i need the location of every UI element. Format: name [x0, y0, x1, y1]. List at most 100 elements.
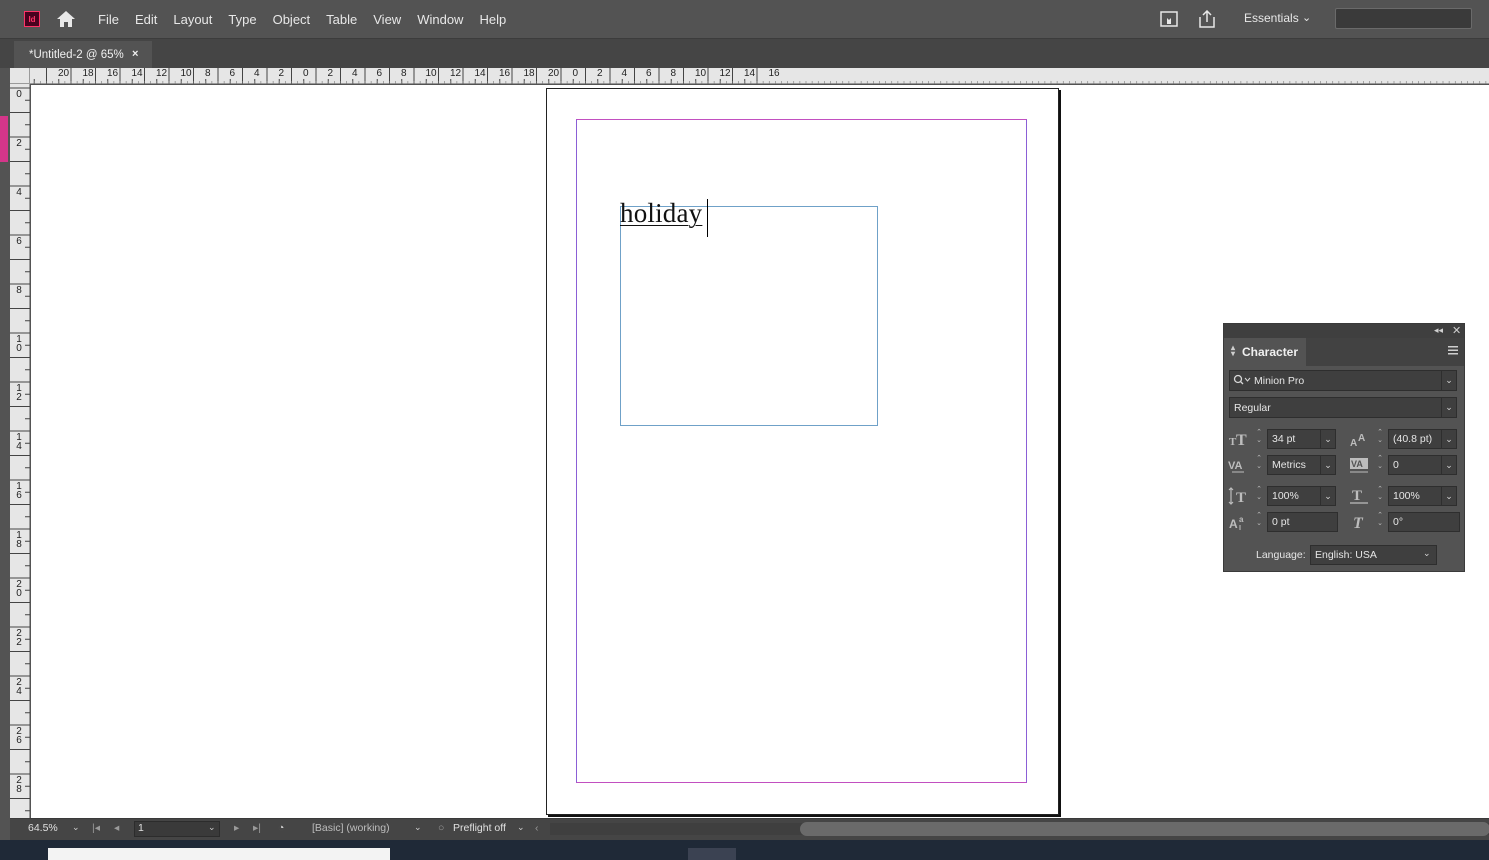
- panel-menu-icon[interactable]: [1448, 346, 1458, 355]
- ruler-label: 2: [278, 68, 285, 79]
- ruler-label: 22: [16, 628, 22, 648]
- ruler-label: 0: [16, 89, 22, 100]
- menu-window[interactable]: Window: [409, 12, 471, 27]
- font-family-dropdown[interactable]: ⌄: [1441, 370, 1457, 391]
- menu-object[interactable]: Object: [265, 12, 319, 27]
- ruler-label: 8: [670, 68, 677, 79]
- svg-text:A: A: [1358, 433, 1365, 444]
- taskbar-search[interactable]: [48, 848, 390, 860]
- baseline-shift-icon: Aa: [1229, 515, 1244, 531]
- skew-field[interactable]: 0°: [1388, 512, 1460, 532]
- zoom-level[interactable]: 64.5%: [28, 822, 58, 834]
- share-icon[interactable]: [1198, 10, 1216, 28]
- text-cursor: [707, 199, 708, 237]
- scrollbar-thumb[interactable]: [800, 822, 1489, 836]
- search-icon[interactable]: [1233, 374, 1251, 386]
- vertical-scale-icon: T: [1228, 487, 1246, 505]
- scroll-left-icon[interactable]: ‹: [535, 822, 539, 834]
- horizontal-scale-icon: T: [1350, 488, 1368, 504]
- preflight-status[interactable]: Preflight off: [453, 822, 506, 834]
- ruler-label: 14: [744, 68, 756, 79]
- horizontal-scale-field[interactable]: 100%: [1388, 486, 1445, 506]
- font-family-field[interactable]: Minion Pro: [1229, 370, 1445, 391]
- chevron-down-icon[interactable]: ⌄: [517, 822, 525, 833]
- font-size-dropdown[interactable]: ⌄: [1320, 429, 1336, 449]
- frame-text[interactable]: holiday: [620, 198, 702, 229]
- chevron-down-icon[interactable]: ⌄: [1302, 11, 1311, 24]
- ruler-label: 8: [16, 285, 22, 296]
- search-input[interactable]: [1335, 8, 1472, 29]
- close-icon[interactable]: ×: [132, 48, 138, 60]
- menu-type[interactable]: Type: [220, 12, 264, 27]
- tracking-field[interactable]: 0: [1388, 455, 1445, 475]
- publish-online-icon[interactable]: [1160, 10, 1178, 28]
- baseline-shift-stepper[interactable]: ⌃ ⌄: [1253, 512, 1265, 532]
- ruler-label: 14: [474, 68, 486, 79]
- ruler-origin[interactable]: [10, 68, 30, 84]
- language-value: English: USA: [1315, 549, 1377, 561]
- tools-panel-edge[interactable]: [0, 116, 8, 162]
- next-page-icon[interactable]: ▸: [234, 822, 239, 834]
- kerning-field[interactable]: Metrics: [1267, 455, 1323, 475]
- menu-edit[interactable]: Edit: [127, 12, 165, 27]
- skew-stepper[interactable]: ⌃ ⌄: [1374, 512, 1386, 532]
- document-tab-bar: *Untitled-2 @ 65% ×: [0, 38, 1489, 69]
- ruler-label: 8: [401, 68, 407, 79]
- vertical-scale-dropdown[interactable]: ⌄: [1320, 486, 1336, 506]
- ruler-label: 2: [597, 68, 603, 79]
- baseline-shift-field[interactable]: 0 pt: [1267, 512, 1338, 532]
- chevron-down-icon[interactable]: ⌄: [72, 822, 80, 833]
- collapse-icon[interactable]: ◂◂: [1434, 325, 1443, 336]
- leading-stepper[interactable]: ⌃ ⌄: [1374, 429, 1386, 449]
- font-style-field[interactable]: Regular: [1229, 397, 1445, 418]
- font-style-dropdown[interactable]: ⌄: [1441, 397, 1457, 418]
- baseline-shift-value: 0 pt: [1272, 516, 1290, 528]
- ruler-label: 14: [131, 68, 143, 79]
- ruler-label: 8: [205, 68, 211, 79]
- menu-layout[interactable]: Layout: [165, 12, 220, 27]
- ruler-label: 10: [16, 334, 22, 354]
- leading-dropdown[interactable]: ⌄: [1441, 429, 1457, 449]
- tracking-stepper[interactable]: ⌃ ⌄: [1374, 455, 1386, 475]
- ruler-label: 14: [16, 432, 22, 452]
- horizontal-ruler[interactable]: 20 18 16 14 12 10 8 6 4 2 0 2 4 6 8 10 12 14 16 18 20 0 2 4 6 8 10…: [10, 68, 1489, 84]
- svg-text:VA: VA: [1228, 460, 1243, 472]
- ruler-label: 0: [303, 68, 309, 79]
- kerning-stepper[interactable]: ⌃ ⌄: [1253, 455, 1265, 475]
- leading-field[interactable]: (40.8 pt): [1388, 429, 1445, 449]
- home-icon[interactable]: [56, 10, 76, 28]
- ruler-label: 12: [156, 68, 168, 79]
- status-bar: 64.5% ⌄ |◂ ◂ 1 ⌄ ▸ ▸| ◔ [Basic] (working…: [10, 818, 1489, 840]
- ruler-label: 2: [327, 68, 334, 79]
- taskbar-active-app[interactable]: [688, 848, 736, 860]
- vertical-scale-stepper[interactable]: ⌃ ⌄: [1253, 486, 1265, 506]
- text-frame[interactable]: [620, 206, 878, 426]
- horizontal-scale-stepper[interactable]: ⌃ ⌄: [1374, 486, 1386, 506]
- vertical-ruler[interactable]: 0246810121416182022242628: [10, 84, 30, 818]
- menu-view[interactable]: View: [365, 12, 409, 27]
- panel-header[interactable]: [1224, 324, 1464, 338]
- ruler-label: 20: [16, 579, 22, 599]
- menu-table[interactable]: Table: [318, 12, 365, 27]
- chevron-down-icon[interactable]: ⌄: [414, 822, 422, 833]
- first-page-icon[interactable]: |◂: [92, 822, 100, 834]
- workspace-switcher[interactable]: Essentials: [1244, 11, 1299, 25]
- chevron-down-icon[interactable]: ⌄: [1423, 548, 1431, 559]
- ruler-label: 4: [16, 187, 22, 198]
- font-size-field[interactable]: 34 pt: [1267, 429, 1323, 449]
- vertical-scale-field[interactable]: 100%: [1267, 486, 1323, 506]
- open-page-icon[interactable]: ◔: [278, 822, 284, 834]
- menu-file[interactable]: File: [90, 12, 127, 27]
- last-page-icon[interactable]: ▸|: [253, 822, 261, 834]
- tracking-dropdown[interactable]: ⌄: [1441, 455, 1457, 475]
- previous-page-icon[interactable]: ◂: [114, 822, 119, 834]
- horizontal-scale-dropdown[interactable]: ⌄: [1441, 486, 1457, 506]
- kerning-dropdown[interactable]: ⌄: [1320, 455, 1336, 475]
- chevron-down-icon[interactable]: ⌄: [208, 822, 216, 833]
- font-size-stepper[interactable]: ⌃ ⌄: [1253, 429, 1265, 449]
- ruler-label: 4: [621, 68, 628, 79]
- menu-help[interactable]: Help: [471, 12, 514, 27]
- tab-character[interactable]: ▴ ▾ Character: [1224, 338, 1306, 366]
- language-select[interactable]: English: USA: [1310, 545, 1437, 565]
- close-icon[interactable]: ✕: [1452, 324, 1461, 337]
